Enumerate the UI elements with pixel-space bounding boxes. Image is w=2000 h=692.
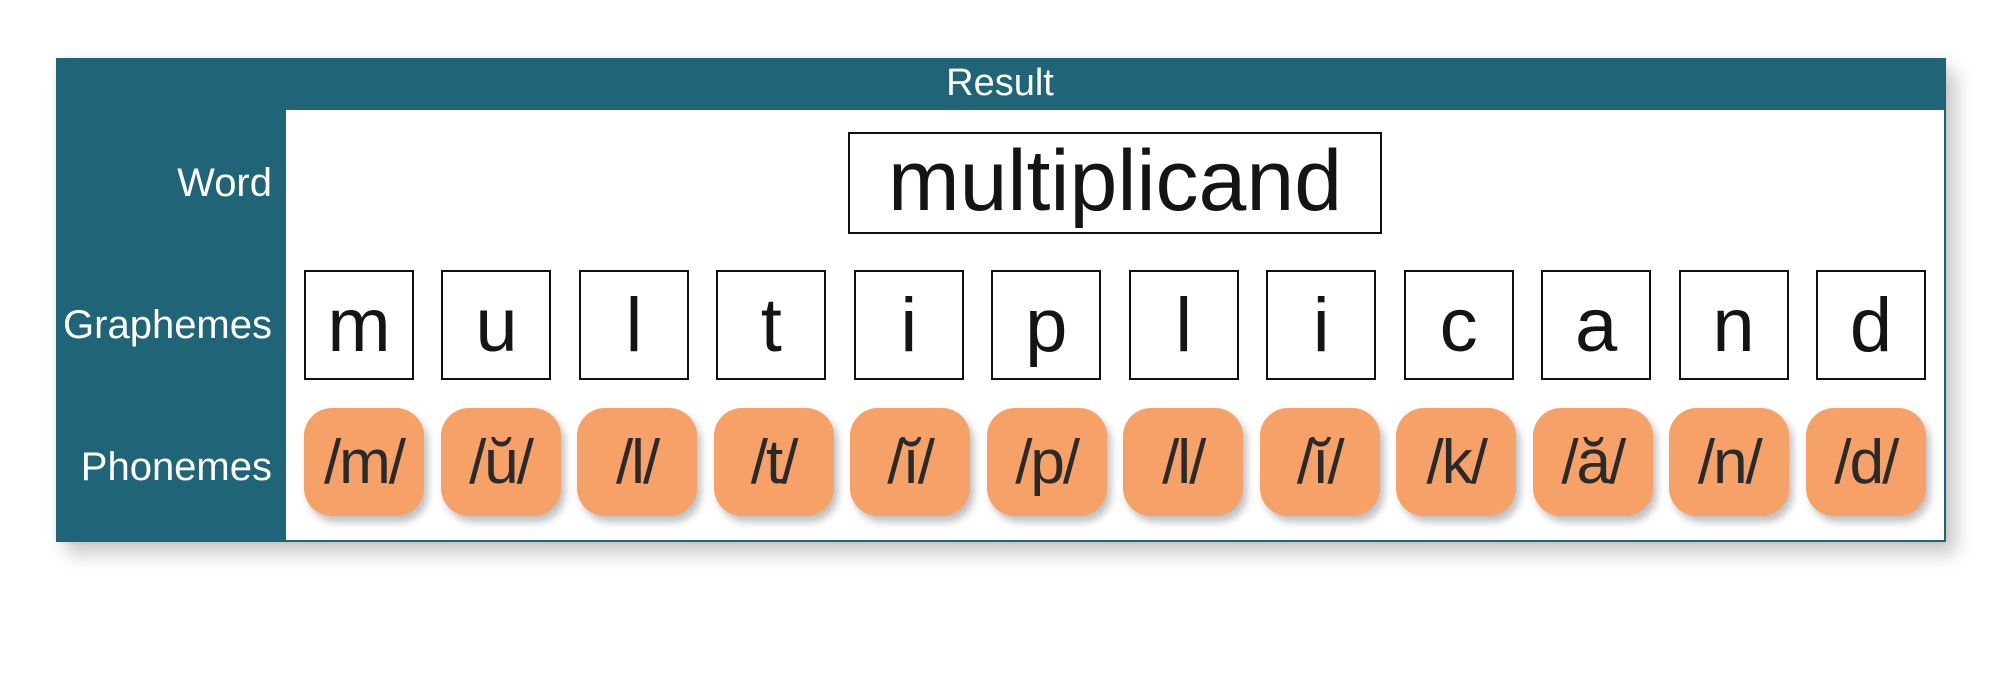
grapheme-cell: a <box>1541 270 1651 380</box>
grapheme-cell: n <box>1679 270 1789 380</box>
grapheme-cell: t <box>716 270 826 380</box>
stage: Result Word multiplicand Graphemes multi… <box>0 0 2000 692</box>
phoneme-cell: /ĭ/ <box>1260 408 1380 516</box>
grapheme-cell: u <box>441 270 551 380</box>
phoneme-cell: /k/ <box>1396 408 1516 516</box>
phoneme-cell: /l/ <box>577 408 697 516</box>
graphemes-row-label: Graphemes <box>56 256 286 394</box>
word-row-body: multiplicand <box>286 110 1944 256</box>
grapheme-cell: l <box>579 270 689 380</box>
grapheme-cell: c <box>1404 270 1514 380</box>
phoneme-cell: /ă/ <box>1533 408 1653 516</box>
grapheme-cell: l <box>1129 270 1239 380</box>
phonemes-row-body: /m//ŭ//l//t//ĭ//p//l//ĭ//k//ă//n//d/ <box>286 394 1944 540</box>
phoneme-cell: /n/ <box>1669 408 1789 516</box>
graphemes-row: Graphemes multiplicand <box>56 256 1944 394</box>
graphemes-row-body: multiplicand <box>286 256 1944 394</box>
phonemes-row-label: Phonemes <box>56 394 286 540</box>
phoneme-cell: /t/ <box>714 408 834 516</box>
word-row-label: Word <box>56 110 286 256</box>
grapheme-cell: i <box>854 270 964 380</box>
phoneme-cell: /d/ <box>1806 408 1926 516</box>
phoneme-cell: /ŭ/ <box>441 408 561 516</box>
phoneme-cell: /p/ <box>987 408 1107 516</box>
phonemes-row: Phonemes /m//ŭ//l//t//ĭ//p//l//ĭ//k//ă//… <box>56 394 1944 540</box>
grapheme-cell: p <box>991 270 1101 380</box>
word-value: multiplicand <box>848 132 1382 234</box>
grapheme-cell: m <box>304 270 414 380</box>
result-panel: Result Word multiplicand Graphemes multi… <box>56 58 1946 542</box>
grapheme-cell: i <box>1266 270 1376 380</box>
grapheme-cell: d <box>1816 270 1926 380</box>
phoneme-cell: /ĭ/ <box>850 408 970 516</box>
phoneme-cell: /l/ <box>1123 408 1243 516</box>
panel-header: Result <box>56 58 1944 110</box>
word-row: Word multiplicand <box>56 110 1944 256</box>
phoneme-cell: /m/ <box>304 408 424 516</box>
